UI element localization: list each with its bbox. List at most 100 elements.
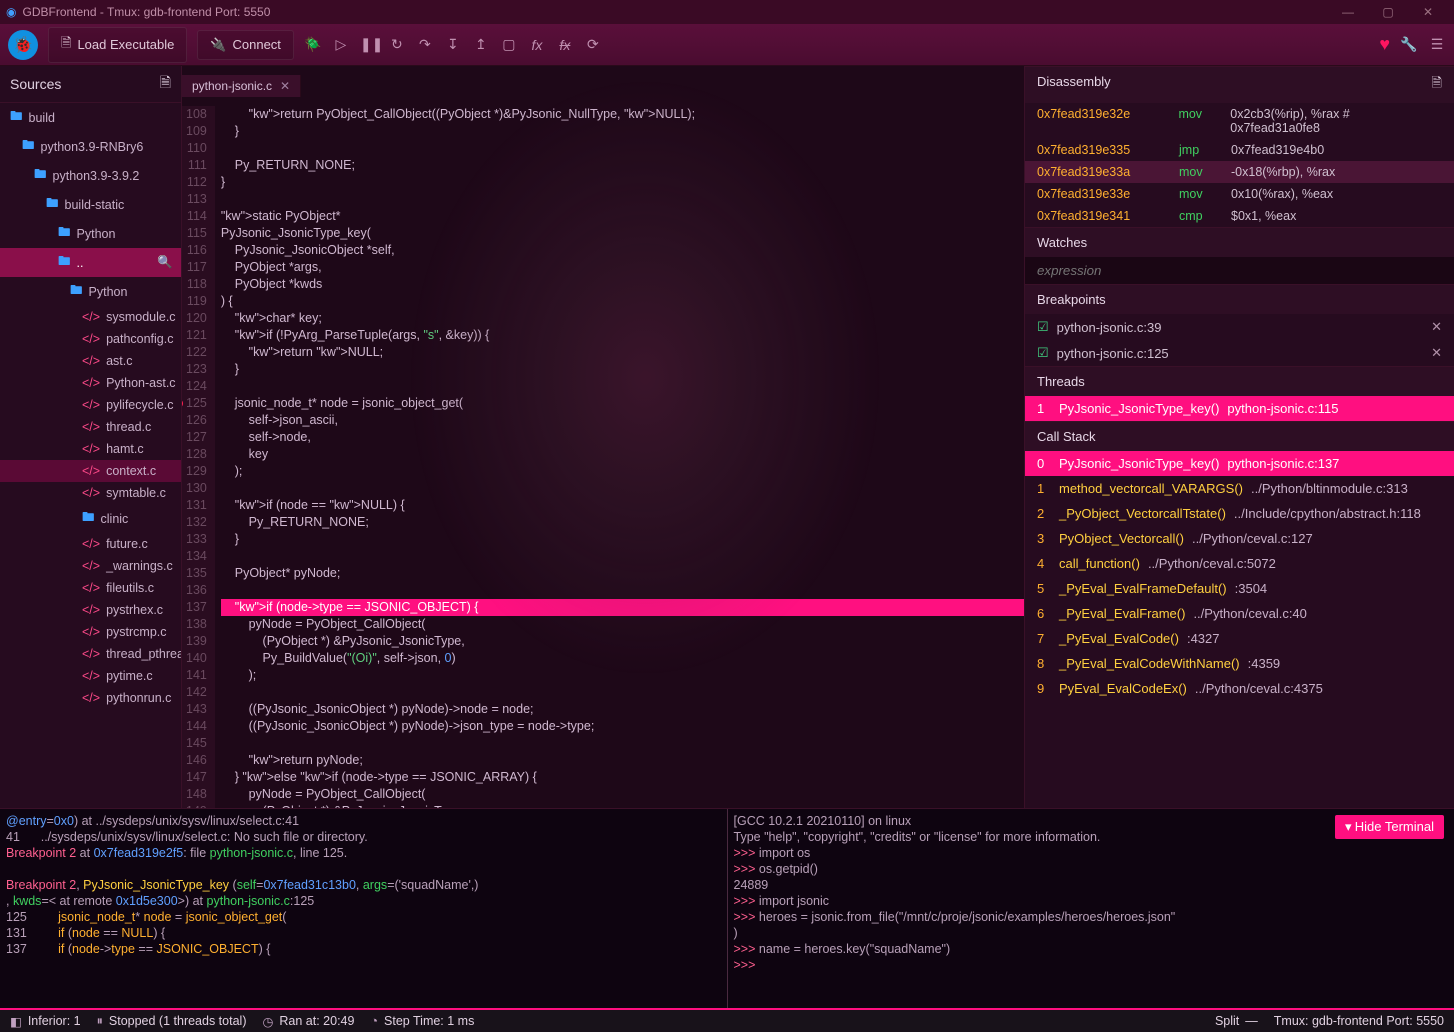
code-file-icon: </> xyxy=(82,669,100,683)
code-view[interactable]: 1081091101111121131141151161171181191201… xyxy=(182,106,1024,808)
close-button[interactable]: ✕ xyxy=(1408,5,1448,19)
step-out-icon[interactable]: ↥ xyxy=(472,36,490,53)
callstack-row[interactable]: 9PyEval_EvalCodeEx() ../Python/ceval.c:4… xyxy=(1025,676,1454,701)
check-icon[interactable]: ☑ xyxy=(1037,319,1049,335)
disassembly-row[interactable]: 0x7fead319e33emov0x10(%rax), %eax xyxy=(1025,183,1454,205)
watches-header: Watches xyxy=(1025,227,1454,257)
stop-icon[interactable]: ▢ xyxy=(500,36,518,53)
status-bar: ◧Inferior: 1 ⏸Stopped (1 threads total) … xyxy=(0,1008,1454,1032)
callstack-row[interactable]: 1method_vectorcall_VARARGS() ../Python/b… xyxy=(1025,476,1454,501)
step-over-icon[interactable]: ↷ xyxy=(416,36,434,53)
status-split[interactable]: Split — xyxy=(1215,1014,1258,1028)
tree-folder[interactable]: 🖿 build-static xyxy=(0,190,181,219)
threads-list[interactable]: 1PyJsonic_JsonicType_key() python-jsonic… xyxy=(1025,396,1454,421)
breakpoints-list[interactable]: ☑python-jsonic.c:39✕☑python-jsonic.c:125… xyxy=(1025,314,1454,366)
minimize-button[interactable]: — xyxy=(1328,5,1368,19)
pause-status-icon: ⏸ xyxy=(97,1014,103,1029)
fx-strike-icon[interactable]: fx xyxy=(556,37,574,53)
tree-file[interactable]: </> hamt.c xyxy=(0,438,181,460)
editor: python-jsonic.c ✕ 1081091101111121131141… xyxy=(182,66,1024,808)
code-file-icon: </> xyxy=(82,691,100,705)
maximize-button[interactable]: ▢ xyxy=(1368,5,1408,19)
code-file-icon: </> xyxy=(82,581,100,595)
remove-icon[interactable]: ✕ xyxy=(1431,345,1442,361)
folder-icon: 🖿 xyxy=(58,252,71,273)
tree-folder[interactable]: 🖿 python3.9-3.9.2 xyxy=(0,161,181,190)
tree-file[interactable]: </> context.c xyxy=(0,460,181,482)
tree-file[interactable]: </> pytime.c xyxy=(0,665,181,687)
tree-folder[interactable]: 🖿 .. 🔍 xyxy=(0,248,181,277)
terminal[interactable]: @entry=0x0) at ../sysdeps/unix/sysv/linu… xyxy=(0,808,1454,1008)
tree-file[interactable]: </> thread.c xyxy=(0,416,181,438)
debug-icon[interactable]: 🪲 xyxy=(304,36,322,53)
callstack-row[interactable]: 8_PyEval_EvalCodeWithName() :4359 xyxy=(1025,651,1454,676)
folder-icon: 🖿 xyxy=(10,107,23,128)
callstack-header: Call Stack xyxy=(1025,421,1454,451)
tree-file[interactable]: </> symtable.c xyxy=(0,482,181,504)
hide-terminal-button[interactable]: ▾ Hide Terminal xyxy=(1335,815,1444,839)
add-file-icon[interactable]: 🗎 xyxy=(160,72,171,96)
load-executable-button[interactable]: 🗎Load Executable xyxy=(48,27,187,63)
tree-folder[interactable]: 🖿 python3.9-RNBry6 xyxy=(0,132,181,161)
menu-icon[interactable]: ☰ xyxy=(1428,36,1446,53)
folder-icon: 🖿 xyxy=(70,281,83,302)
watch-input[interactable] xyxy=(1025,257,1454,284)
step-into-icon[interactable]: ↧ xyxy=(444,36,462,53)
tree-file[interactable]: </> pystrhex.c xyxy=(0,599,181,621)
thread-row[interactable]: 1PyJsonic_JsonicType_key() python-jsonic… xyxy=(1025,396,1454,421)
callstack-row[interactable]: 4call_function() ../Python/ceval.c:5072 xyxy=(1025,551,1454,576)
tree-file[interactable]: </> pathconfig.c xyxy=(0,328,181,350)
tree-file[interactable]: </> sysmodule.c xyxy=(0,306,181,328)
continue-icon[interactable]: ▷ xyxy=(332,36,350,53)
wrench-icon[interactable]: 🔧 xyxy=(1400,36,1418,53)
tree-file[interactable]: </> _warnings.c xyxy=(0,555,181,577)
tree-file[interactable]: </> future.c xyxy=(0,533,181,555)
disassembly-header: Disassembly🗎 xyxy=(1025,66,1454,103)
connect-button[interactable]: 🔌Connect xyxy=(197,30,294,60)
callstack-row[interactable]: 7_PyEval_EvalCode() :4327 xyxy=(1025,626,1454,651)
remove-icon[interactable]: ✕ xyxy=(1431,319,1442,335)
search-icon[interactable]: 🔍 xyxy=(157,255,173,270)
callstack-row[interactable]: 2_PyObject_VectorcallTstate() ../Include… xyxy=(1025,501,1454,526)
breakpoint-row[interactable]: ☑python-jsonic.c:125✕ xyxy=(1025,340,1454,366)
callstack-list[interactable]: 0PyJsonic_JsonicType_key() python-jsonic… xyxy=(1025,451,1454,701)
tree-label: ast.c xyxy=(106,354,132,368)
restart-icon[interactable]: ↻ xyxy=(388,36,406,53)
callstack-row[interactable]: 3PyObject_Vectorcall() ../Python/ceval.c… xyxy=(1025,526,1454,551)
tree-file[interactable]: </> Python-ast.c xyxy=(0,372,181,394)
fx-icon[interactable]: fx xyxy=(528,37,546,53)
tree-file[interactable]: </> pythonrun.c xyxy=(0,687,181,709)
tab-close-icon[interactable]: ✕ xyxy=(280,79,290,93)
bug-icon[interactable]: 🐞 xyxy=(8,30,38,60)
tree-file[interactable]: </> pystrcmp.c xyxy=(0,621,181,643)
tree-folder[interactable]: 🖿 build xyxy=(0,103,181,132)
check-icon[interactable]: ☑ xyxy=(1037,345,1049,361)
editor-tabs: python-jsonic.c ✕ xyxy=(182,66,1024,106)
tree-folder[interactable]: 🖿 clinic xyxy=(0,504,181,533)
tree-file[interactable]: </> ast.c xyxy=(0,350,181,372)
disassembly-row[interactable]: 0x7fead319e335jmp0x7fead319e4b0 xyxy=(1025,139,1454,161)
pause-icon[interactable]: ❚❚ xyxy=(360,36,378,53)
disassembly-row[interactable]: 0x7fead319e32emov0x2cb3(%rip), %rax # 0x… xyxy=(1025,103,1454,139)
tree-label: symtable.c xyxy=(106,486,166,500)
disassembly-row[interactable]: 0x7fead319e33amov-0x18(%rbp), %rax xyxy=(1025,161,1454,183)
terminal-left[interactable]: @entry=0x0) at ../sysdeps/unix/sysv/linu… xyxy=(0,809,728,1008)
file-tree[interactable]: 🖿 build🖿 python3.9-RNBry6🖿 python3.9-3.9… xyxy=(0,103,181,808)
tree-file[interactable]: </> fileutils.c xyxy=(0,577,181,599)
tree-file[interactable]: </> thread_pthread.h xyxy=(0,643,181,665)
tree-file[interactable]: </> pylifecycle.c xyxy=(0,394,181,416)
heart-icon[interactable]: ♥ xyxy=(1379,34,1390,55)
disassembly-row[interactable]: 0x7fead319e341cmp$0x1, %eax xyxy=(1025,205,1454,227)
refresh-icon[interactable]: ⟳ xyxy=(584,36,602,53)
callstack-row[interactable]: 6_PyEval_EvalFrame() ../Python/ceval.c:4… xyxy=(1025,601,1454,626)
disassembly-list[interactable]: 0x7fead319e32emov0x2cb3(%rip), %rax # 0x… xyxy=(1025,103,1454,227)
tree-folder[interactable]: 🖿 Python xyxy=(0,219,181,248)
window-title: GDBFrontend - Tmux: gdb-frontend Port: 5… xyxy=(22,5,270,19)
callstack-row[interactable]: 0PyJsonic_JsonicType_key() python-jsonic… xyxy=(1025,451,1454,476)
callstack-row[interactable]: 5_PyEval_EvalFrameDefault() :3504 xyxy=(1025,576,1454,601)
panel-icon[interactable]: 🗎 xyxy=(1432,74,1442,96)
breakpoint-row[interactable]: ☑python-jsonic.c:39✕ xyxy=(1025,314,1454,340)
code-file-icon: </> xyxy=(82,376,100,390)
tab-python-jsonic[interactable]: python-jsonic.c ✕ xyxy=(182,75,301,97)
tree-folder[interactable]: 🖿 Python xyxy=(0,277,181,306)
